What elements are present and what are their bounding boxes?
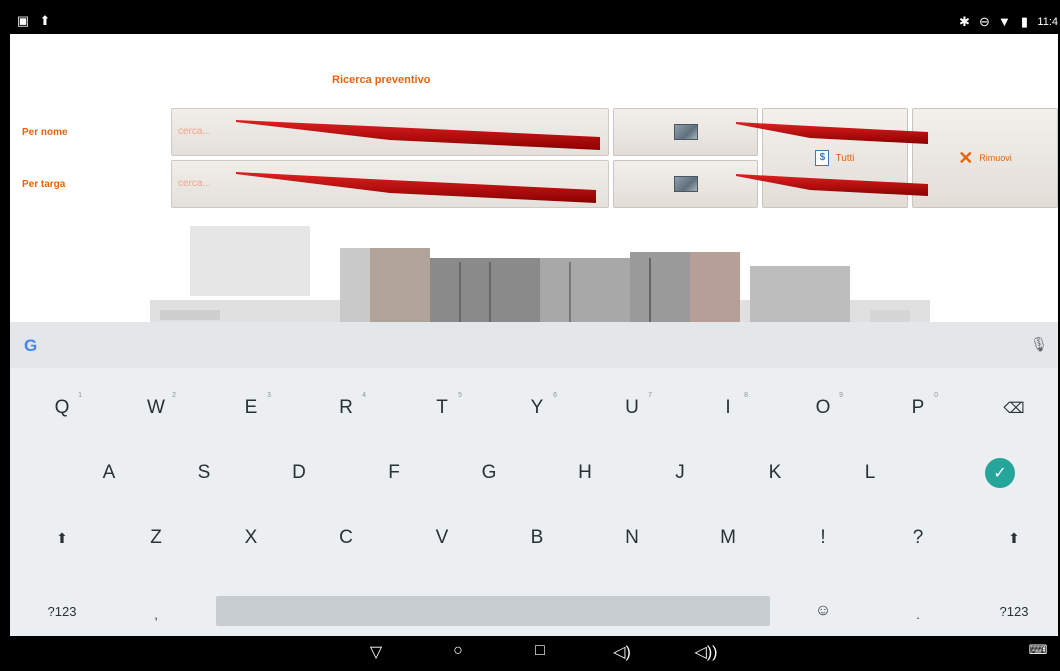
key-a[interactable]: A bbox=[79, 453, 139, 493]
suggestion-strip: G 🎙 bbox=[10, 322, 1058, 368]
shift-key-left[interactable]: ⬆ bbox=[32, 518, 92, 558]
key-z[interactable]: Z bbox=[126, 518, 186, 558]
upload-icon: ⬆ bbox=[39, 13, 51, 28]
emoji-icon: ☺ bbox=[814, 602, 832, 619]
transmission-image bbox=[10, 218, 1058, 324]
key-c[interactable]: C bbox=[316, 518, 376, 558]
recents-icon[interactable]: □ bbox=[528, 642, 552, 660]
check-icon: ✓ bbox=[985, 458, 1015, 488]
space-bar[interactable] bbox=[216, 596, 770, 626]
shift-icon: ⬆ bbox=[56, 529, 68, 546]
enter-key[interactable]: ✓ bbox=[970, 453, 1030, 493]
volume-down-icon[interactable]: ◁) bbox=[610, 642, 634, 662]
symbols-key-left[interactable]: ?123 bbox=[32, 591, 92, 631]
key-period[interactable]: . bbox=[888, 594, 948, 634]
arrow-name-button bbox=[736, 122, 928, 144]
screen: ▣ ⬆ ✱ ⊖ ▼ ▮ 11:4 Ricerca preventivo Per … bbox=[10, 10, 1058, 671]
backspace-key[interactable]: ⌫ bbox=[984, 388, 1044, 428]
google-icon[interactable]: G bbox=[24, 336, 37, 356]
volume-up-icon[interactable]: ◁)) bbox=[694, 642, 718, 662]
wifi-icon: ▼ bbox=[997, 14, 1011, 29]
key-r[interactable]: R4 bbox=[316, 388, 376, 428]
key-h[interactable]: H bbox=[555, 453, 615, 493]
shift-icon: ⬆ bbox=[1008, 529, 1020, 546]
key-s[interactable]: S bbox=[174, 453, 234, 493]
key-t[interactable]: T5 bbox=[412, 388, 472, 428]
key-g[interactable]: G bbox=[459, 453, 519, 493]
key-w[interactable]: W2 bbox=[126, 388, 186, 428]
bluetooth-icon: ✱ bbox=[958, 14, 970, 29]
key-p[interactable]: P0 bbox=[888, 388, 948, 428]
keyboard-icon[interactable]: ⌨ bbox=[1026, 642, 1050, 658]
clock: 11:4 bbox=[1037, 16, 1058, 28]
key-question[interactable]: ? bbox=[888, 518, 948, 558]
back-icon[interactable]: ▽ bbox=[364, 642, 388, 662]
arrow-name-field bbox=[236, 120, 600, 150]
backspace-icon: ⌫ bbox=[1003, 400, 1025, 417]
device-frame: ▣ ⬆ ✱ ⊖ ▼ ▮ 11:4 Ricerca preventivo Per … bbox=[0, 0, 1060, 671]
key-k[interactable]: K bbox=[745, 453, 805, 493]
home-icon[interactable]: ○ bbox=[446, 642, 470, 660]
arrow-plate-field bbox=[236, 172, 596, 203]
image-icon: ▣ bbox=[16, 13, 30, 28]
app-content: Ricerca preventivo Per nome cerca... Per… bbox=[10, 34, 1058, 324]
arrow-plate-button bbox=[736, 174, 928, 196]
key-i[interactable]: I8 bbox=[698, 388, 758, 428]
key-y[interactable]: Y6 bbox=[507, 388, 567, 428]
key-b[interactable]: B bbox=[507, 518, 567, 558]
key-n[interactable]: N bbox=[602, 518, 662, 558]
key-u[interactable]: U7 bbox=[602, 388, 662, 428]
key-comma[interactable]: , bbox=[126, 594, 186, 634]
emoji-key[interactable]: ☺ bbox=[793, 591, 853, 631]
key-e[interactable]: E3 bbox=[221, 388, 281, 428]
microphone-icon[interactable]: 🎙 bbox=[1030, 336, 1048, 353]
key-x[interactable]: X bbox=[221, 518, 281, 558]
key-q[interactable]: Q1 bbox=[32, 388, 92, 428]
soft-keyboard: G 🎙 Q1 W2 E3 R4 T5 Y6 U7 I8 O9 P0 ⌫ A S … bbox=[10, 322, 1058, 636]
key-d[interactable]: D bbox=[269, 453, 329, 493]
annotation-arrows bbox=[236, 120, 928, 203]
key-m[interactable]: M bbox=[698, 518, 758, 558]
status-bar: ▣ ⬆ ✱ ⊖ ▼ ▮ 11:4 bbox=[10, 10, 1058, 34]
shift-key-right[interactable]: ⬆ bbox=[984, 518, 1044, 558]
battery-icon: ▮ bbox=[1020, 14, 1028, 29]
key-exclamation[interactable]: ! bbox=[793, 518, 853, 558]
do-not-disturb-icon: ⊖ bbox=[978, 14, 990, 29]
key-l[interactable]: L bbox=[840, 453, 900, 493]
key-o[interactable]: O9 bbox=[793, 388, 853, 428]
navigation-bar: ▽ ○ □ ◁) ◁)) ⌨ bbox=[10, 636, 1058, 671]
key-v[interactable]: V bbox=[412, 518, 472, 558]
key-j[interactable]: J bbox=[650, 453, 710, 493]
key-f[interactable]: F bbox=[364, 453, 424, 493]
symbols-key-right[interactable]: ?123 bbox=[984, 591, 1044, 631]
